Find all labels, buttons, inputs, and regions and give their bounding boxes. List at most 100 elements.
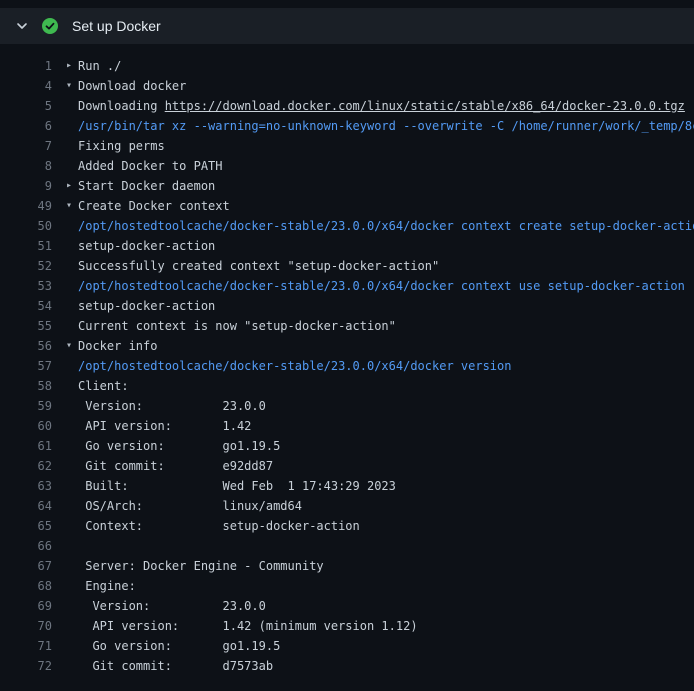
log-link[interactable]: https://download.docker.com/linux/static…: [165, 99, 685, 113]
group-chevron-expanded-icon[interactable]: ▾: [66, 336, 78, 356]
log-line: 65 Context: setup-docker-action: [0, 516, 694, 536]
log-line: 63 Built: Wed Feb 1 17:43:29 2023: [0, 476, 694, 496]
line-number[interactable]: 66: [0, 539, 52, 553]
line-number[interactable]: 65: [0, 519, 52, 533]
log-line: 66: [0, 536, 694, 556]
line-number[interactable]: 71: [0, 639, 52, 653]
log-line: 60 API version: 1.42: [0, 416, 694, 436]
log-group-line[interactable]: 1 ▸Run ./: [0, 56, 694, 76]
line-number[interactable]: 56: [0, 339, 52, 353]
group-chevron-expanded-icon[interactable]: ▾: [66, 196, 78, 216]
group-chevron-collapsed-icon[interactable]: ▸: [66, 176, 78, 196]
chevron-down-icon[interactable]: [16, 20, 28, 32]
line-number[interactable]: 61: [0, 439, 52, 453]
log-text: Added Docker to PATH: [78, 159, 223, 173]
log-text: API version: 1.42 (minimum version 1.12): [78, 619, 418, 633]
log-text: API version: 1.42: [78, 419, 251, 433]
line-number[interactable]: 70: [0, 619, 52, 633]
log-line: 7 Fixing perms: [0, 136, 694, 156]
log-line: 6/usr/bin/tar xz --warning=no-unknown-ke…: [0, 116, 694, 136]
log-line: 62 Git commit: e92dd87: [0, 456, 694, 476]
log-line: 72 Git commit: d7573ab: [0, 656, 694, 676]
log-text: Version: 23.0.0: [78, 399, 266, 413]
log-line: 51 setup-docker-action: [0, 236, 694, 256]
log-line: 58 Client:: [0, 376, 694, 396]
log-line: 54 setup-docker-action: [0, 296, 694, 316]
line-number[interactable]: 49: [0, 199, 52, 213]
log-text: Version: 23.0.0: [78, 599, 266, 613]
log-command-text: /opt/hostedtoolcache/docker-stable/23.0.…: [78, 359, 511, 373]
log-command-text: /usr/bin/tar xz --warning=no-unknown-key…: [78, 119, 694, 133]
log-text: Git commit: d7573ab: [78, 659, 273, 673]
log-line: 59 Version: 23.0.0: [0, 396, 694, 416]
log-line: 67 Server: Docker Engine - Community: [0, 556, 694, 576]
line-number[interactable]: 52: [0, 259, 52, 273]
log-text: Context: setup-docker-action: [78, 519, 360, 533]
log-line: 5 Downloading https://download.docker.com…: [0, 96, 694, 116]
log-text: Current context is now "setup-docker-act…: [78, 319, 396, 333]
step-title: Set up Docker: [72, 18, 161, 34]
log-line: 71 Go version: go1.19.5: [0, 636, 694, 656]
line-number[interactable]: 57: [0, 359, 52, 373]
log-panel: 1▸Run ./4▾Download docker5Downloading ht…: [0, 44, 694, 676]
success-check-circle-icon: [42, 18, 58, 34]
line-number[interactable]: 67: [0, 559, 52, 573]
line-number[interactable]: 7: [0, 139, 52, 153]
log-text: Run ./: [78, 59, 121, 73]
group-chevron-expanded-icon[interactable]: ▾: [66, 76, 78, 96]
line-number[interactable]: 51: [0, 239, 52, 253]
log-text: Server: Docker Engine - Community: [78, 559, 324, 573]
line-number[interactable]: 69: [0, 599, 52, 613]
log-text: Go version: go1.19.5: [78, 639, 280, 653]
log-group-line[interactable]: 49 ▾Create Docker context: [0, 196, 694, 216]
line-number[interactable]: 63: [0, 479, 52, 493]
log-group-line[interactable]: 56 ▾Docker info: [0, 336, 694, 356]
log-line: 70 API version: 1.42 (minimum version 1.…: [0, 616, 694, 636]
line-number[interactable]: 9: [0, 179, 52, 193]
line-number[interactable]: 59: [0, 399, 52, 413]
log-text: Docker info: [78, 339, 157, 353]
log-line: 69 Version: 23.0.0: [0, 596, 694, 616]
log-text: Fixing perms: [78, 139, 165, 153]
line-number[interactable]: 4: [0, 79, 52, 93]
line-number[interactable]: 72: [0, 659, 52, 673]
workflow-log-view: Set up Docker 1▸Run ./4▾Download docker5…: [0, 8, 694, 676]
line-number[interactable]: 8: [0, 159, 52, 173]
log-line: 53/opt/hostedtoolcache/docker-stable/23.…: [0, 276, 694, 296]
line-number[interactable]: 55: [0, 319, 52, 333]
log-text: Successfully created context "setup-dock…: [78, 259, 439, 273]
log-text: setup-docker-action: [78, 239, 215, 253]
log-command-text: /opt/hostedtoolcache/docker-stable/23.0.…: [78, 219, 694, 233]
line-number[interactable]: 62: [0, 459, 52, 473]
log-line: 55 Current context is now "setup-docker-a…: [0, 316, 694, 336]
line-number[interactable]: 1: [0, 59, 52, 73]
line-number[interactable]: 50: [0, 219, 52, 233]
line-number[interactable]: 58: [0, 379, 52, 393]
log-group-line[interactable]: 9▸Start Docker daemon: [0, 176, 694, 196]
log-text: Go version: go1.19.5: [78, 439, 280, 453]
line-number[interactable]: 68: [0, 579, 52, 593]
log-line: 50/opt/hostedtoolcache/docker-stable/23.…: [0, 216, 694, 236]
log-text: Client:: [78, 379, 129, 393]
log-group-line[interactable]: 4 ▾Download docker: [0, 76, 694, 96]
line-number[interactable]: 5: [0, 99, 52, 113]
log-command-text: /opt/hostedtoolcache/docker-stable/23.0.…: [78, 279, 685, 293]
log-line: 64 OS/Arch: linux/amd64: [0, 496, 694, 516]
log-text: Downloading: [78, 99, 165, 113]
log-text: Built: Wed Feb 1 17:43:29 2023: [78, 479, 396, 493]
line-number[interactable]: 6: [0, 119, 52, 133]
log-line: 57/opt/hostedtoolcache/docker-stable/23.…: [0, 356, 694, 376]
log-text: Git commit: e92dd87: [78, 459, 273, 473]
log-line: 68 Engine:: [0, 576, 694, 596]
line-number[interactable]: 53: [0, 279, 52, 293]
line-number[interactable]: 60: [0, 419, 52, 433]
group-chevron-collapsed-icon[interactable]: ▸: [66, 56, 78, 76]
line-number[interactable]: 54: [0, 299, 52, 313]
log-text: setup-docker-action: [78, 299, 215, 313]
step-header[interactable]: Set up Docker: [0, 8, 694, 44]
log-line: 52 Successfully created context "setup-do…: [0, 256, 694, 276]
log-text: Create Docker context: [78, 199, 230, 213]
log-text: Download docker: [78, 79, 186, 93]
log-line: 61 Go version: go1.19.5: [0, 436, 694, 456]
line-number[interactable]: 64: [0, 499, 52, 513]
